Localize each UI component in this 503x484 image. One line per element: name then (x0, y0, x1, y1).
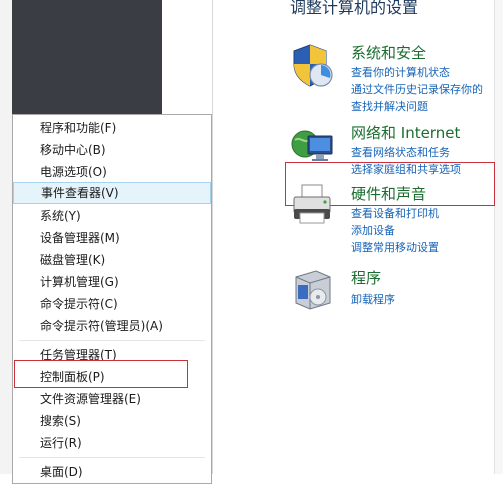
menu-item-device-manager[interactable]: 设备管理器(M) (13, 227, 211, 249)
window-scrollbar[interactable] (494, 0, 503, 474)
menu-item-mobility-center[interactable]: 移动中心(B) (13, 139, 211, 161)
menu-separator (19, 340, 205, 341)
menu-item-disk-management[interactable]: 磁盘管理(K) (13, 249, 211, 271)
menu-item-command-prompt-admin[interactable]: 命令提示符(管理员)(A) (13, 315, 211, 337)
menu-item-desktop[interactable]: 桌面(D) (13, 461, 211, 483)
category-programs: 程序 卸载程序 (290, 267, 495, 317)
category-system-security: 系统和安全 查看你的计算机状态 通过文件历史记录保存你的 查找并解决问题 (290, 42, 495, 114)
link-uninstall-program[interactable]: 卸载程序 (351, 291, 395, 307)
panel-divider (212, 0, 213, 474)
shield-icon[interactable] (290, 42, 336, 88)
page-title: 调整计算机的设置 (290, 0, 419, 17)
category-title[interactable]: 程序 (351, 267, 381, 288)
printer-icon[interactable] (290, 183, 336, 229)
link-file-history[interactable]: 通过文件历史记录保存你的 (351, 81, 483, 97)
menu-item-system[interactable]: 系统(Y) (13, 205, 211, 227)
menu-item-programs-features[interactable]: 程序和功能(F) (13, 117, 211, 139)
quick-link-menu: 程序和功能(F) 移动中心(B) 电源选项(O) 事件查看器(V) 系统(Y) … (12, 114, 212, 484)
link-add-device[interactable]: 添加设备 (351, 222, 395, 238)
link-mobility-settings[interactable]: 调整常用移动设置 (351, 239, 439, 255)
desktop-edge (0, 0, 12, 474)
menu-item-search[interactable]: 搜索(S) (13, 410, 211, 432)
category-hardware-sound: 硬件和声音 查看设备和打印机 添加设备 调整常用移动设置 (290, 183, 495, 255)
menu-item-power-options[interactable]: 电源选项(O) (13, 161, 211, 183)
link-devices-printers[interactable]: 查看设备和打印机 (351, 205, 439, 221)
menu-item-run[interactable]: 运行(R) (13, 432, 211, 454)
menu-separator (19, 457, 205, 458)
menu-item-command-prompt[interactable]: 命令提示符(C) (13, 293, 211, 315)
annotation-box-control-panel (14, 360, 188, 388)
link-view-network-status[interactable]: 查看网络状态和任务 (351, 144, 450, 160)
programs-box-icon[interactable] (290, 267, 336, 313)
menu-item-file-explorer[interactable]: 文件资源管理器(E) (13, 388, 211, 410)
link-troubleshoot[interactable]: 查找并解决问题 (351, 98, 428, 114)
category-title[interactable]: 网络和 Internet (351, 122, 460, 143)
link-view-computer-status[interactable]: 查看你的计算机状态 (351, 64, 450, 80)
start-background (12, 0, 162, 118)
menu-item-event-viewer[interactable]: 事件查看器(V) (13, 182, 211, 204)
category-title[interactable]: 系统和安全 (351, 42, 426, 63)
category-title[interactable]: 硬件和声音 (351, 183, 426, 204)
menu-item-computer-management[interactable]: 计算机管理(G) (13, 271, 211, 293)
